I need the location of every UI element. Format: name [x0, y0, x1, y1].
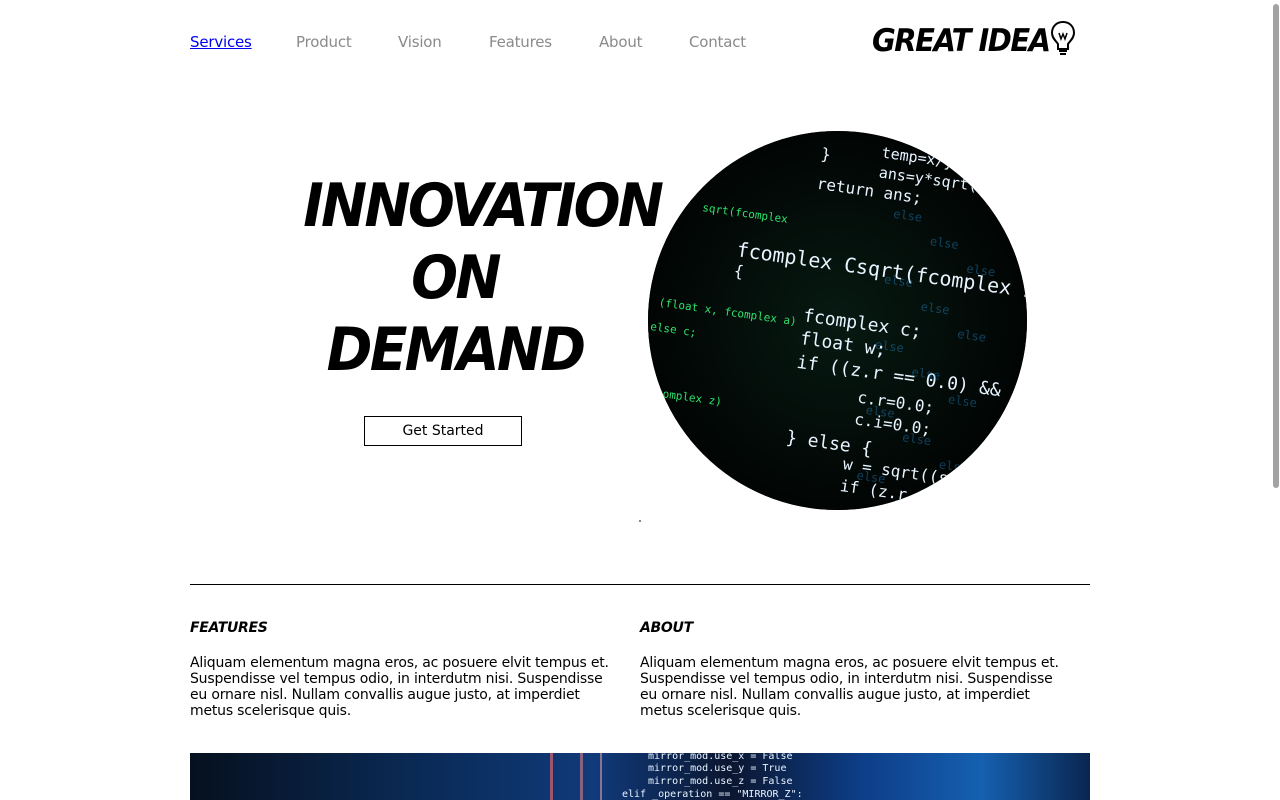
banner-svg: mirror_mod.use_x = Falsemirror_mod.use_y… — [550, 753, 803, 800]
nav-services[interactable]: Services — [190, 33, 252, 51]
code-glow-line: else — [892, 496, 923, 510]
lightbulb-icon — [1050, 20, 1075, 55]
code-image-svg: temp=x/y;}ans=y*sqrt(1.0+temp*tempreturn… — [648, 131, 1027, 510]
hero-title: INNOVATION ON DEMAND — [303, 170, 664, 386]
about-body: Aliquam elementum magna eros, ac posuere… — [640, 655, 1059, 719]
nav-vision[interactable]: Vision — [398, 33, 442, 51]
scrollbar-thumb[interactable] — [1273, 4, 1279, 488]
page-scrollbar[interactable] — [1272, 0, 1280, 800]
nav-features[interactable]: Features — [489, 33, 552, 51]
nav-product[interactable]: Product — [296, 33, 352, 51]
hero-title-line: DEMAND — [326, 315, 586, 385]
section-divider — [190, 584, 1090, 585]
nav-contact[interactable]: Contact — [689, 33, 746, 51]
banner-code-line: mirror_mod.use_y = True — [648, 763, 786, 774]
code-line: c.r — [891, 506, 918, 510]
features-section: FEATURES Aliquam elementum magna eros, a… — [190, 620, 620, 719]
banner-code-line: mirror_mod.use_z = False — [648, 776, 793, 787]
site-logo[interactable]: GREAT IDEA — [872, 20, 1076, 60]
code-banner-image: mirror_mod.use_x = False mirror_mod.use_y… — [190, 753, 1090, 800]
banner-code-line: mirror_mod.use_x = False — [648, 753, 793, 762]
banner-code-line: elif _operation == "MIRROR_Z": — [622, 789, 803, 800]
logo-text: GREAT IDEA — [872, 21, 1051, 59]
about-section: ABOUT Aliquam elementum magna eros, ac p… — [640, 620, 1070, 719]
decorative-dot — [639, 520, 641, 522]
hero-title-line: INNOVATION — [303, 171, 664, 241]
features-body: Aliquam elementum magna eros, ac posuere… — [190, 655, 609, 719]
get-started-button[interactable]: Get Started — [364, 416, 522, 446]
hero-title-line: ON — [411, 243, 501, 313]
about-heading: ABOUT — [640, 620, 693, 636]
nav-about[interactable]: About — [599, 33, 643, 51]
features-heading: FEATURES — [190, 620, 268, 636]
hero-code-image: temp=x/y;} ans=y*sqrt(1.0+temp*temp return… — [648, 131, 1027, 510]
